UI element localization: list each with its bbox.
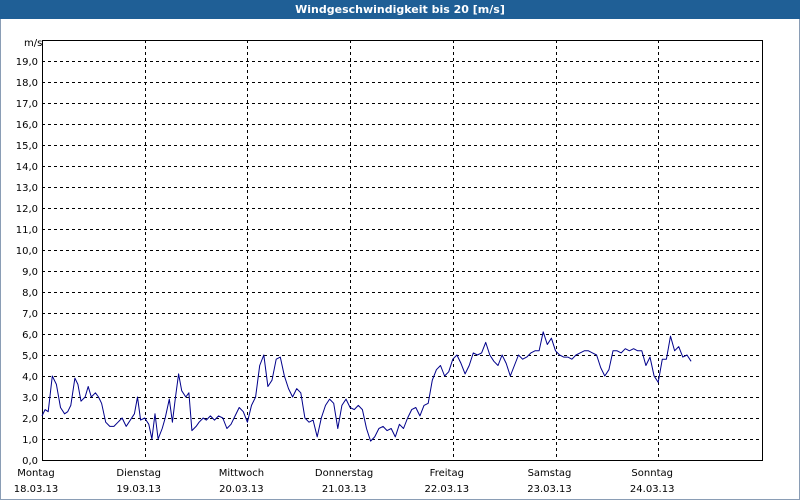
x-tick-date-label: 23.03.13 [527,484,572,495]
window-title: Windgeschwindigkeit bis 20 [m/s] [0,0,800,19]
y-tick-label: 18,0 [16,78,38,89]
y-tick-label: 15,0 [16,141,38,152]
y-tick-label: 12,0 [16,204,38,215]
y-tick-label: 1,0 [22,435,38,446]
x-tick-day-label: Freitag [430,468,464,479]
x-tick-date-label: 22.03.13 [425,484,470,495]
x-tick-date-label: 19.03.13 [116,484,161,495]
x-tick-date-label: 18.03.13 [14,484,59,495]
x-tick-date-label: 24.03.13 [630,484,675,495]
y-tick-label: 19,0 [16,57,38,68]
y-tick-label: 11,0 [16,225,38,236]
y-tick-label: 9,0 [22,267,38,278]
x-tick-date-label: 20.03.13 [219,484,264,495]
y-tick-label: 7,0 [22,309,38,320]
y-tick-label: 16,0 [16,120,38,131]
x-tick-day-label: Sonntag [631,468,673,479]
x-tick-date-label: 21.03.13 [322,484,367,495]
y-tick-label: 5,0 [22,351,38,362]
y-tick-label: 14,0 [16,162,38,173]
x-tick-day-label: Montag [17,468,54,479]
y-tick-label: 0,0 [22,456,38,467]
y-tick-label: 8,0 [22,288,38,299]
y-tick-label: 13,0 [16,183,38,194]
y-tick-label: 10,0 [16,246,38,257]
wind-speed-chart: 0,0 1,0 2,0 3,0 4,0 5,0 6,0 7,0 8,0 9,0 10,0 11,0 12… [14,38,763,495]
y-tick-label: 17,0 [16,99,38,110]
y-tick-label: 2,0 [22,414,38,425]
y-tick-label: 6,0 [22,330,38,341]
x-tick-day-label: Samstag [528,468,572,479]
grid-lines [42,40,762,460]
y-tick-label: 4,0 [22,372,38,383]
x-axis-day-labels: Montag 18.03.13 Dienstag 19.03.13 Mittwoch 20… [14,468,675,495]
y-axis-unit-label: m/s [24,38,42,49]
y-axis-ticks: 0,0 1,0 2,0 3,0 4,0 5,0 6,0 7,0 8,0 9,0 10,0 11,0 12… [16,57,38,467]
series-line [41,331,692,442]
x-tick-day-label: Mittwoch [219,468,264,479]
series-layer [41,331,692,442]
x-tick-day-label: Donnerstag [315,468,373,479]
x-tick-day-label: Dienstag [116,468,161,479]
y-tick-label: 3,0 [22,393,38,404]
